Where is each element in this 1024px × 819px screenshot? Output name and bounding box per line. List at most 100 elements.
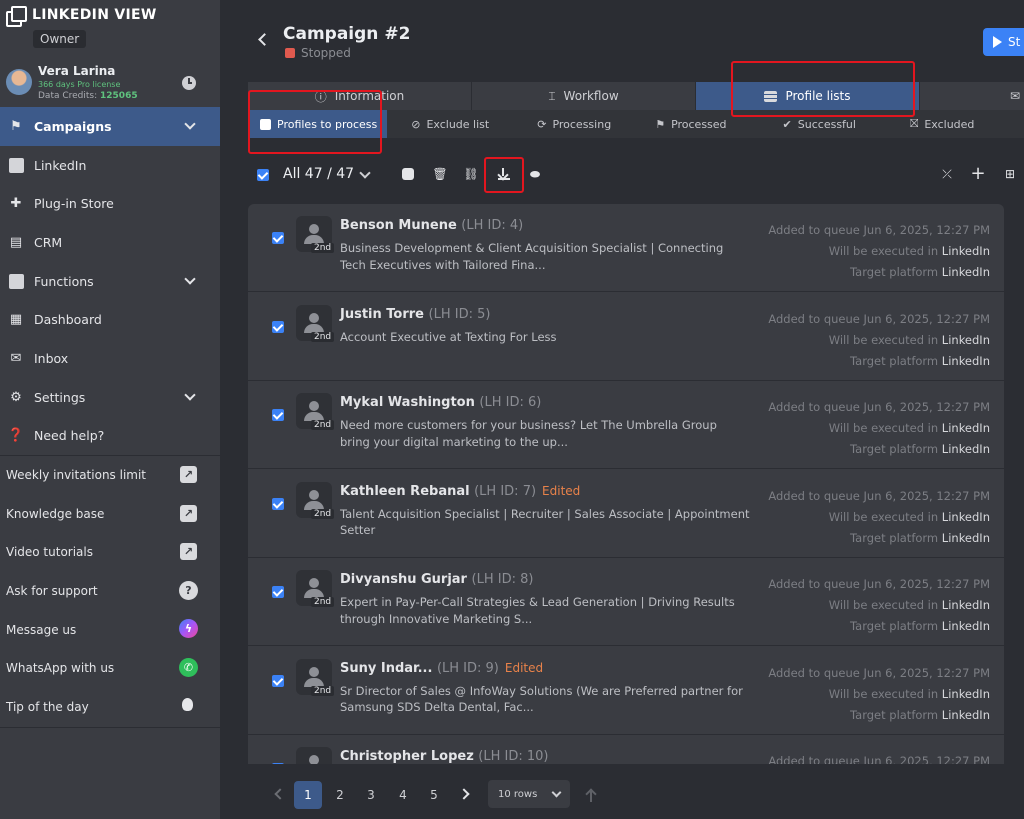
profile-headline: Account Executive at Texting For Less xyxy=(340,329,557,344)
collapse-button[interactable]: ⤫ xyxy=(940,167,954,181)
sidebar-item-dashboard[interactable]: ▦ Dashboard xyxy=(0,300,220,339)
next-page-icon[interactable] xyxy=(458,788,470,800)
back-icon[interactable] xyxy=(258,33,271,46)
profile-row[interactable]: 2nd Suny Indar... (LH ID: 9) Edited Sr Di… xyxy=(248,647,1004,735)
subtab-processed[interactable]: ⚑ Processed xyxy=(645,110,736,138)
profile-row[interactable]: 2nd Benson Munene (LH ID: 4) Business De… xyxy=(248,204,1004,292)
subtab-excluded[interactable]: ⛝ Excluded xyxy=(900,110,984,138)
sidebar-item-linkedin[interactable]: LinkedIn xyxy=(0,146,220,185)
trash-icon: 🗑 xyxy=(432,167,448,181)
chevron-down-icon[interactable] xyxy=(359,167,371,179)
row-checkbox[interactable] xyxy=(272,674,284,687)
lh-id: (LH ID: 4) xyxy=(461,218,524,233)
page-5[interactable]: 5 xyxy=(420,781,448,809)
lh-id: (LH ID: 9) xyxy=(436,660,499,676)
profile-row[interactable]: 2nd Mykal Washington (LH ID: 6) Need mor… xyxy=(248,381,1004,469)
link-message-us[interactable]: Message us ϟ xyxy=(0,610,220,649)
sidebar-item-label: Inbox xyxy=(34,350,69,366)
sidebar-item-functions[interactable]: Functions xyxy=(0,262,220,301)
grid-icon: ⊞ xyxy=(1004,167,1016,181)
row-meta: Added to queue Jun 6, 2025, 12:27 PM Wil… xyxy=(768,665,990,722)
sidebar-item-plugin-store[interactable]: ✚ Plug-in Store xyxy=(0,184,220,223)
clock-icon[interactable] xyxy=(182,76,196,90)
tag-button[interactable]: ⬬ xyxy=(528,167,542,181)
status-text: Stopped xyxy=(301,46,351,60)
ban-icon: ⊘ xyxy=(411,117,421,131)
user-profile[interactable]: Vera Larina 366 days Pro license Data Cr… xyxy=(6,64,214,104)
select-all-checkbox[interactable] xyxy=(257,169,269,181)
tab-profile-lists[interactable]: Profile lists xyxy=(696,82,920,110)
profile-name[interactable]: Christopher Lopez (LH ID: 10) xyxy=(340,749,549,764)
sidebar-item-campaigns[interactable]: ⚑ Campaigns xyxy=(0,107,220,146)
link-ask-support[interactable]: Ask for support ? xyxy=(0,572,220,611)
subtab-exclude-list[interactable]: ⊘ Exclude list xyxy=(401,110,499,138)
page-1[interactable]: 1 xyxy=(294,781,322,809)
scroll-top-icon[interactable] xyxy=(585,788,597,802)
profile-row[interactable]: 2nd Divyanshu Gurjar (LH ID: 8) Expert i… xyxy=(248,558,1004,646)
prev-page-icon[interactable] xyxy=(274,788,286,800)
row-checkbox[interactable] xyxy=(272,497,284,510)
data-credits: Data Credits: 125065 xyxy=(38,91,138,101)
row-checkbox[interactable] xyxy=(272,320,284,333)
delete-button[interactable]: 🗑 xyxy=(432,167,448,181)
profile-name[interactable]: Suny Indar... (LH ID: 9) Edited xyxy=(340,661,543,676)
profile-name[interactable]: Kathleen Rebanal (LH ID: 7) Edited xyxy=(340,484,580,499)
link-knowledge-base[interactable]: Knowledge base ↗ xyxy=(0,495,220,534)
profile-row[interactable]: 2nd Kathleen Rebanal (LH ID: 7) Edited Ta… xyxy=(248,470,1004,558)
tab-workflow[interactable]: ⌶ Workflow xyxy=(472,82,696,110)
credits-label: Data Credits: xyxy=(38,91,98,101)
download-icon xyxy=(497,168,510,180)
page-3[interactable]: 3 xyxy=(357,781,385,809)
stop-icon xyxy=(285,48,295,58)
page-4[interactable]: 4 xyxy=(389,781,417,809)
row-meta: Added to queue Jun 6, 2025, 12:27 PM Wil… xyxy=(768,223,990,279)
add-profiles-button[interactable] xyxy=(401,167,415,181)
sidebar-item-settings[interactable]: ⚙ Settings xyxy=(0,378,220,417)
row-meta: Added to queue Jun 6, 2025, 12:27 PM Wil… xyxy=(768,400,990,456)
subtab-profiles-to-process[interactable]: Profiles to process xyxy=(250,110,388,138)
row-checkbox[interactable] xyxy=(272,409,284,421)
linkedin-icon xyxy=(7,156,25,174)
external-link-icon: ↗ xyxy=(180,504,197,522)
row-checkbox[interactable] xyxy=(272,232,284,244)
mail-icon: ✉ xyxy=(1009,89,1020,103)
sidebar-item-help[interactable]: ❓ Need help? xyxy=(0,417,220,456)
link-label: Video tutorials xyxy=(6,545,93,560)
profile-name[interactable]: Benson Munene (LH ID: 4) xyxy=(340,218,523,233)
link-whatsapp[interactable]: WhatsApp with us ✆ xyxy=(0,649,220,688)
profile-name[interactable]: Divyanshu Gurjar (LH ID: 8) xyxy=(340,572,533,587)
subtab-successful[interactable]: ✔ Successful xyxy=(773,110,866,138)
link-video-tutorials[interactable]: Video tutorials ↗ xyxy=(0,533,220,572)
degree-badge: 2nd xyxy=(311,597,335,607)
profile-row[interactable]: Christopher Lopez (LH ID: 10) Added to q… xyxy=(248,735,1004,764)
row-checkbox[interactable] xyxy=(272,763,284,764)
move-button[interactable]: ⛓ xyxy=(463,167,478,181)
tab-messages[interactable]: ✉ xyxy=(920,82,1024,110)
profile-headline: Need more customers for your business? L… xyxy=(340,418,717,449)
tab-label: Information xyxy=(334,89,405,103)
grid-view-button[interactable]: ⊞ xyxy=(1003,167,1017,181)
row-checkbox[interactable] xyxy=(272,586,284,598)
link-weekly-invitations[interactable]: Weekly invitations limit ↗ xyxy=(0,456,220,495)
pagination: 1 2 3 4 5 10 rows xyxy=(248,776,1024,812)
avatar xyxy=(6,69,32,95)
profile-row[interactable]: 2nd Justin Torre (LH ID: 5) Account Exec… xyxy=(248,293,1004,381)
sidebar-item-inbox[interactable]: ✉ Inbox xyxy=(0,339,220,378)
subtab-processing[interactable]: ⟳ Processing xyxy=(527,110,621,138)
start-button[interactable]: St xyxy=(983,28,1024,56)
rows-per-page-select[interactable]: 10 rows xyxy=(488,780,570,808)
page-2[interactable]: 2 xyxy=(326,781,354,809)
profile-list-subtabs: Profiles to process ⊘ Exclude list ⟳ Pro… xyxy=(248,110,1024,138)
degree-badge: 2nd xyxy=(311,331,335,342)
profile-name[interactable]: Justin Torre (LH ID: 5) xyxy=(340,307,490,322)
link-tip-of-day[interactable]: Tip of the day xyxy=(0,688,220,727)
link-label: Ask for support xyxy=(6,584,98,599)
selection-count[interactable]: All 47 / 47 xyxy=(283,166,354,182)
export-button[interactable] xyxy=(496,167,510,181)
profile-name[interactable]: Mykal Washington (LH ID: 6) xyxy=(340,395,541,410)
sidebar-item-crm[interactable]: ▤ CRM xyxy=(0,223,220,262)
add-button[interactable]: + xyxy=(970,165,985,183)
lh-id: (LH ID: 10) xyxy=(478,749,549,764)
check-icon: ✔ xyxy=(782,117,792,131)
tab-information[interactable]: ⓘ Information xyxy=(248,82,472,110)
